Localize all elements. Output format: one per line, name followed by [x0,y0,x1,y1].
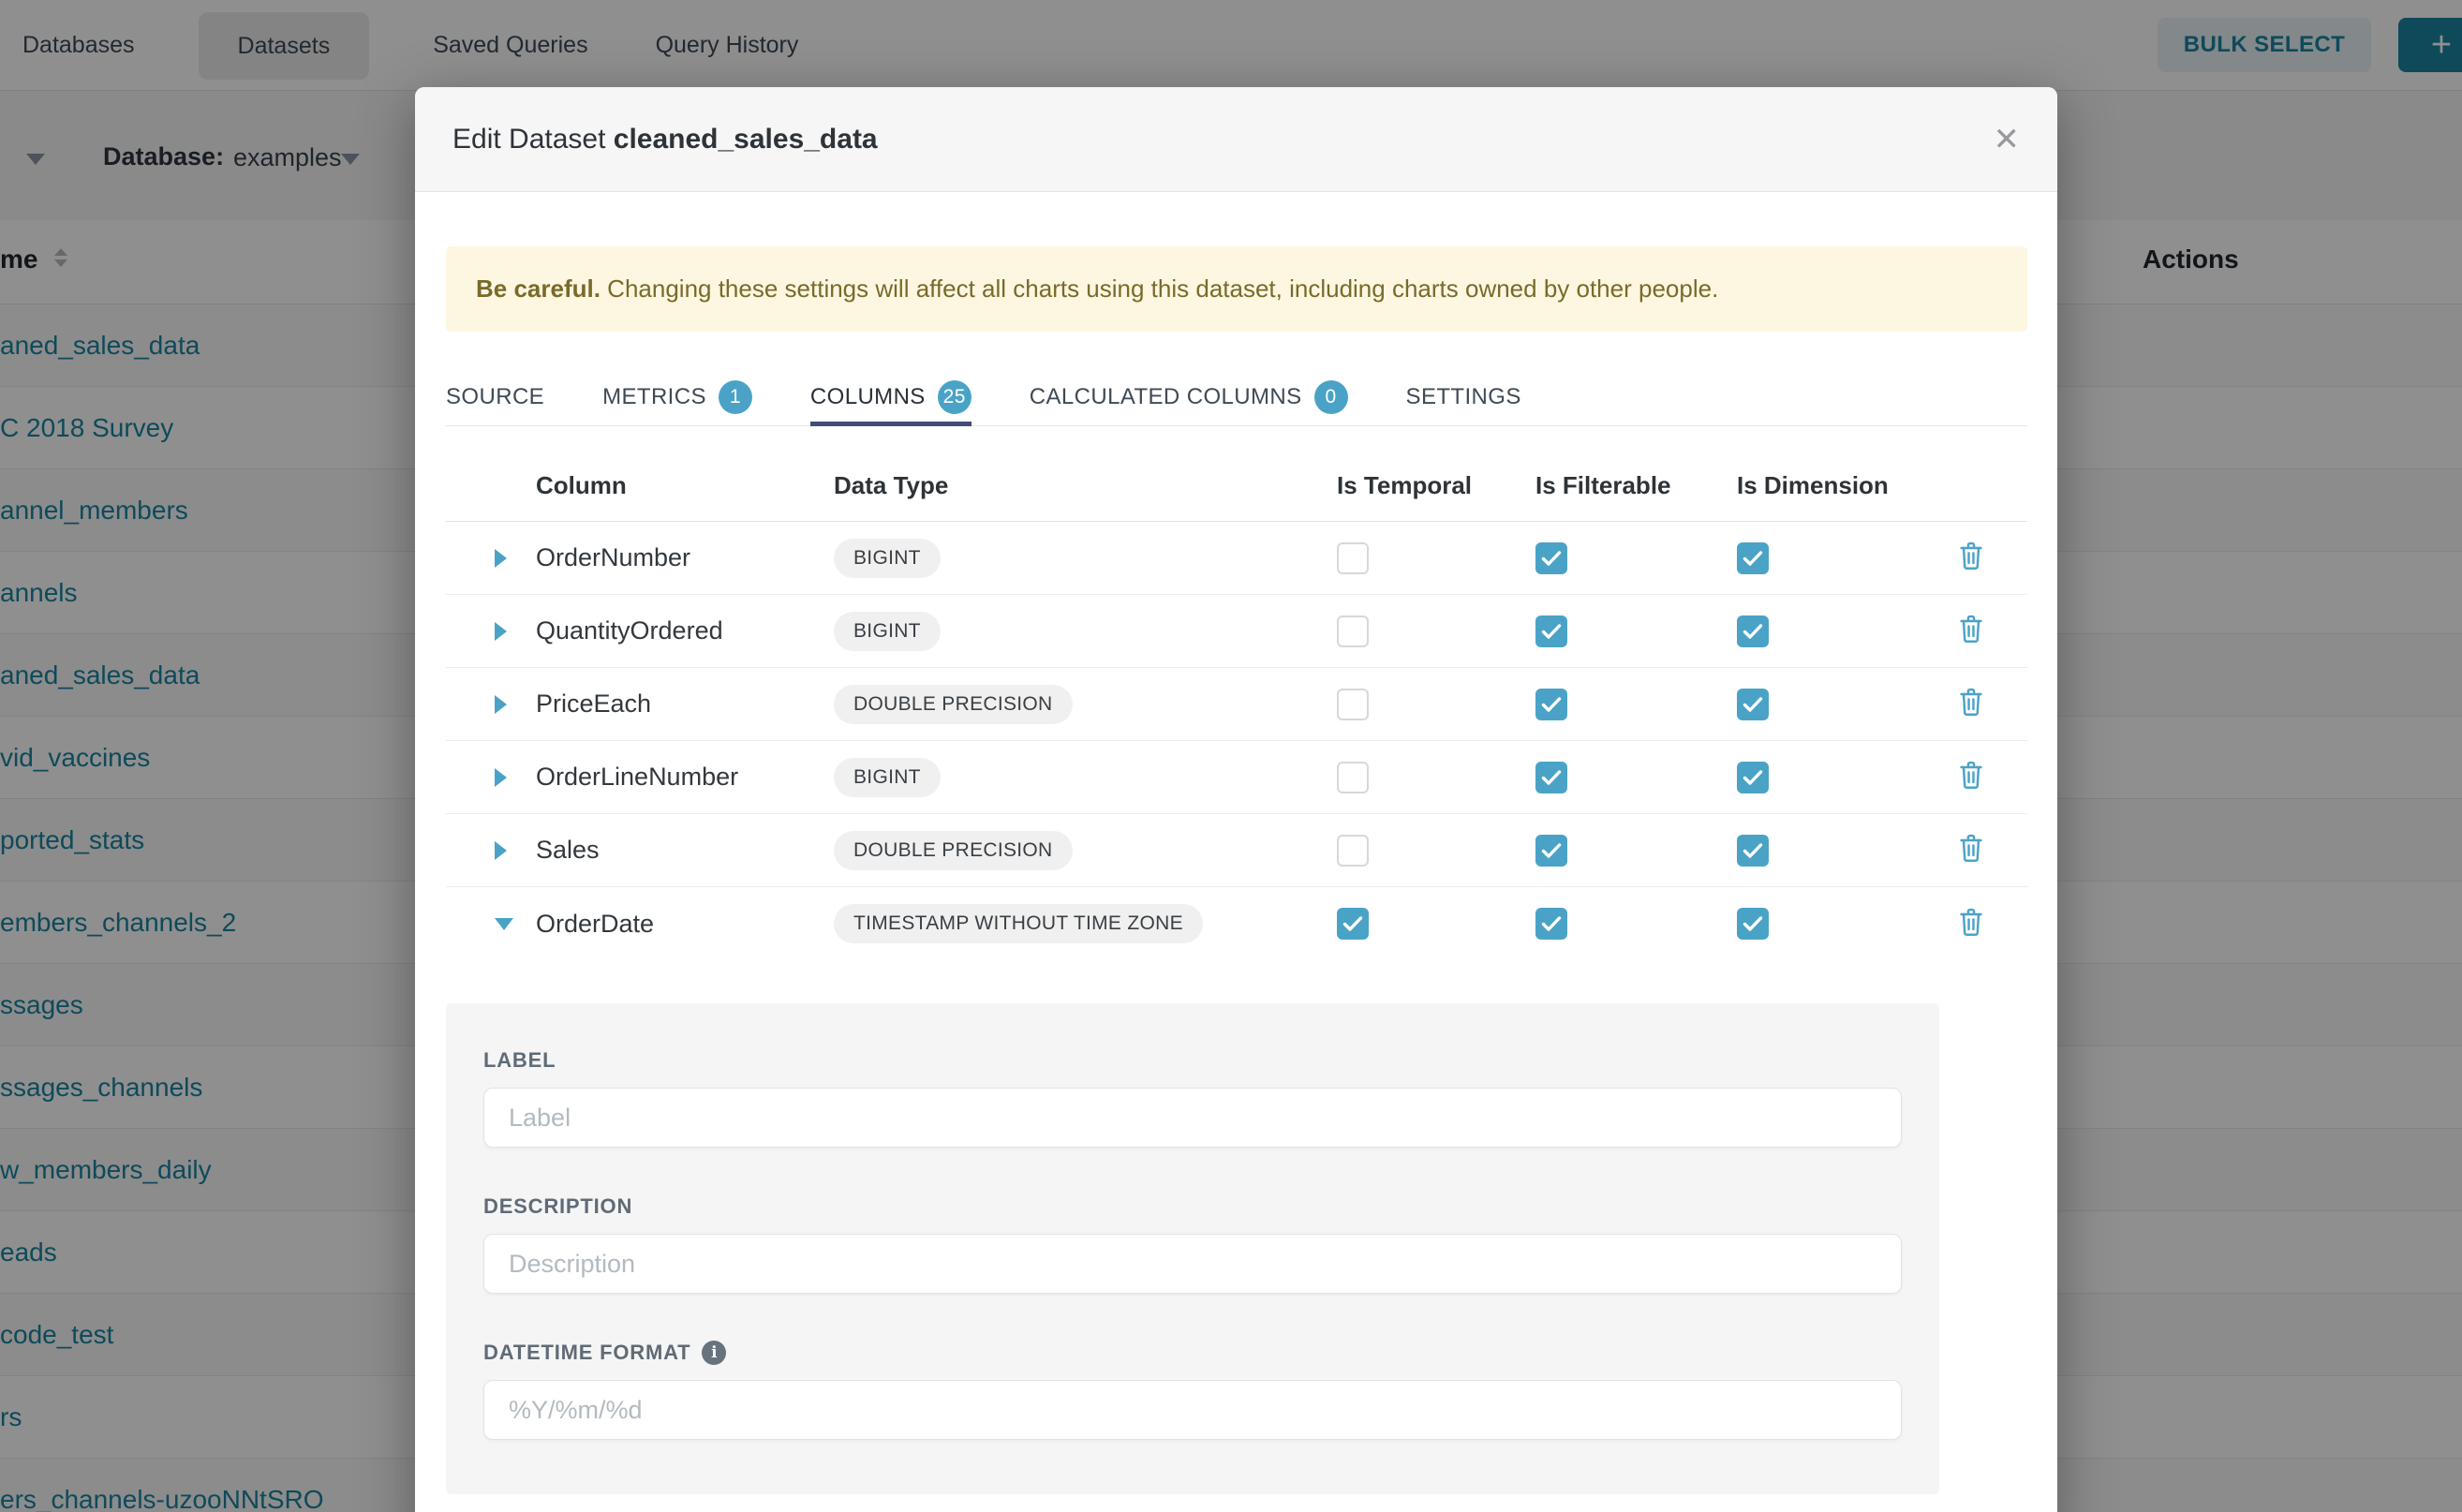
tab-label: METRICS [602,384,706,410]
tab-source[interactable]: SOURCE [446,369,544,425]
modal-header: Edit Dataset cleaned_sales_data ✕ [415,87,2057,192]
modal-body: Be careful. Changing these settings will… [415,192,2057,1494]
is-temporal-checkbox[interactable] [1337,615,1369,647]
tab-label: CALCULATED COLUMNS [1030,384,1302,410]
column-row-quantityordered: QuantityOrderedBIGINT [446,595,2027,668]
tab-label: COLUMNS [810,384,926,410]
is-temporal-checkbox[interactable] [1337,762,1369,793]
is-temporal-checkbox[interactable] [1337,908,1369,940]
column-row-priceeach: PriceEachDOUBLE PRECISION [446,668,2027,741]
is-filterable-checkbox[interactable] [1535,762,1567,793]
edit-dataset-modal: Edit Dataset cleaned_sales_data ✕ Be car… [415,87,2057,1512]
data-type-badge: BIGINT [834,758,941,797]
is-filterable-checkbox[interactable] [1535,542,1567,574]
warning-text: Changing these settings will affect all … [601,274,1718,303]
trash-icon[interactable] [1957,760,1985,794]
is-filterable-checkbox[interactable] [1535,908,1567,940]
tab-label: SETTINGS [1406,384,1521,410]
data-type-header: Data Type [834,471,1337,500]
label-input[interactable] [483,1088,1902,1148]
expand-row-icon[interactable] [495,549,507,568]
is-filterable-header: Is Filterable [1535,471,1737,500]
collapse-row-icon[interactable] [495,918,513,930]
column-editor-panel: LABEL DESCRIPTION DATETIME FORMAT i [446,1003,1939,1494]
info-icon[interactable]: i [702,1341,726,1365]
data-type-badge: BIGINT [834,612,941,651]
is-filterable-checkbox[interactable] [1535,835,1567,867]
expand-row-icon[interactable] [495,622,507,641]
modal-title-prefix: Edit Dataset [452,124,605,155]
column-row-sales: SalesDOUBLE PRECISION [446,814,2027,887]
tab-columns[interactable]: COLUMNS 25 [810,369,971,425]
is-filterable-checkbox[interactable] [1535,689,1567,720]
column-row-orderlinenumber: OrderLineNumberBIGINT [446,741,2027,814]
is-dimension-checkbox[interactable] [1737,689,1769,720]
warning-bold-text: Be careful. [476,274,601,303]
column-row-ordernumber: OrderNumberBIGINT [446,522,2027,595]
tab-calculated-columns[interactable]: CALCULATED COLUMNS 0 [1030,369,1348,425]
expand-row-icon[interactable] [495,768,507,787]
is-dimension-checkbox[interactable] [1737,615,1769,647]
modal-title-dataset-name: cleaned_sales_data [614,124,878,155]
column-name: OrderNumber [536,543,834,572]
is-temporal-header: Is Temporal [1337,471,1535,500]
description-field-label: DESCRIPTION [483,1194,632,1218]
expand-row-icon[interactable] [495,695,507,714]
columns-table-header: Column Data Type Is Temporal Is Filterab… [446,426,2027,522]
is-dimension-checkbox[interactable] [1737,835,1769,867]
label-field-label: LABEL [483,1048,556,1072]
data-type-badge: DOUBLE PRECISION [834,685,1073,724]
is-dimension-checkbox[interactable] [1737,908,1769,940]
column-name: PriceEach [536,689,834,719]
tab-count-badge: 25 [938,380,971,414]
description-input[interactable] [483,1234,1902,1294]
data-type-badge: DOUBLE PRECISION [834,831,1073,870]
column-row-orderdate: OrderDateTIMESTAMP WITHOUT TIME ZONE [446,887,2027,960]
column-name: QuantityOrdered [536,616,834,645]
trash-icon[interactable] [1957,833,1985,867]
is-temporal-checkbox[interactable] [1337,542,1369,574]
column-name: OrderDate [536,910,834,939]
tab-count-badge: 1 [719,380,752,414]
column-name: OrderLineNumber [536,763,834,792]
is-filterable-checkbox[interactable] [1535,615,1567,647]
column-name: Sales [536,836,834,865]
trash-icon[interactable] [1957,541,1985,575]
is-temporal-checkbox[interactable] [1337,835,1369,867]
is-dimension-checkbox[interactable] [1737,542,1769,574]
datasets-page: DatabasesDatasetsSaved QueriesQuery Hist… [0,0,2462,1512]
column-header: Column [536,471,834,500]
trash-icon[interactable] [1957,907,1985,941]
expand-row-icon[interactable] [495,841,507,860]
tab-label: SOURCE [446,384,544,410]
columns-table-rows: OrderNumberBIGINTQuantityOrderedBIGINTPr… [446,522,2027,960]
columns-table: Column Data Type Is Temporal Is Filterab… [446,426,2027,960]
tab-metrics[interactable]: METRICS 1 [602,369,752,425]
close-icon[interactable]: ✕ [1994,124,2021,156]
modal-tabs: SOURCE METRICS 1 COLUMNS 25 CALCULATED COLUMN… [446,369,2027,426]
datetime-format-field-label: DATETIME FORMAT [483,1341,690,1365]
warning-banner: Be careful. Changing these settings will… [446,246,2027,332]
modal-title: Edit Dataset cleaned_sales_data [452,124,878,156]
is-temporal-checkbox[interactable] [1337,689,1369,720]
is-dimension-header: Is Dimension [1737,471,1915,500]
trash-icon[interactable] [1957,614,1985,648]
data-type-badge: TIMESTAMP WITHOUT TIME ZONE [834,904,1203,943]
trash-icon[interactable] [1957,687,1985,721]
tab-settings[interactable]: SETTINGS [1406,369,1521,425]
is-dimension-checkbox[interactable] [1737,762,1769,793]
tab-count-badge: 0 [1314,380,1348,414]
datetime-format-input[interactable] [483,1380,1902,1440]
data-type-badge: BIGINT [834,539,941,578]
